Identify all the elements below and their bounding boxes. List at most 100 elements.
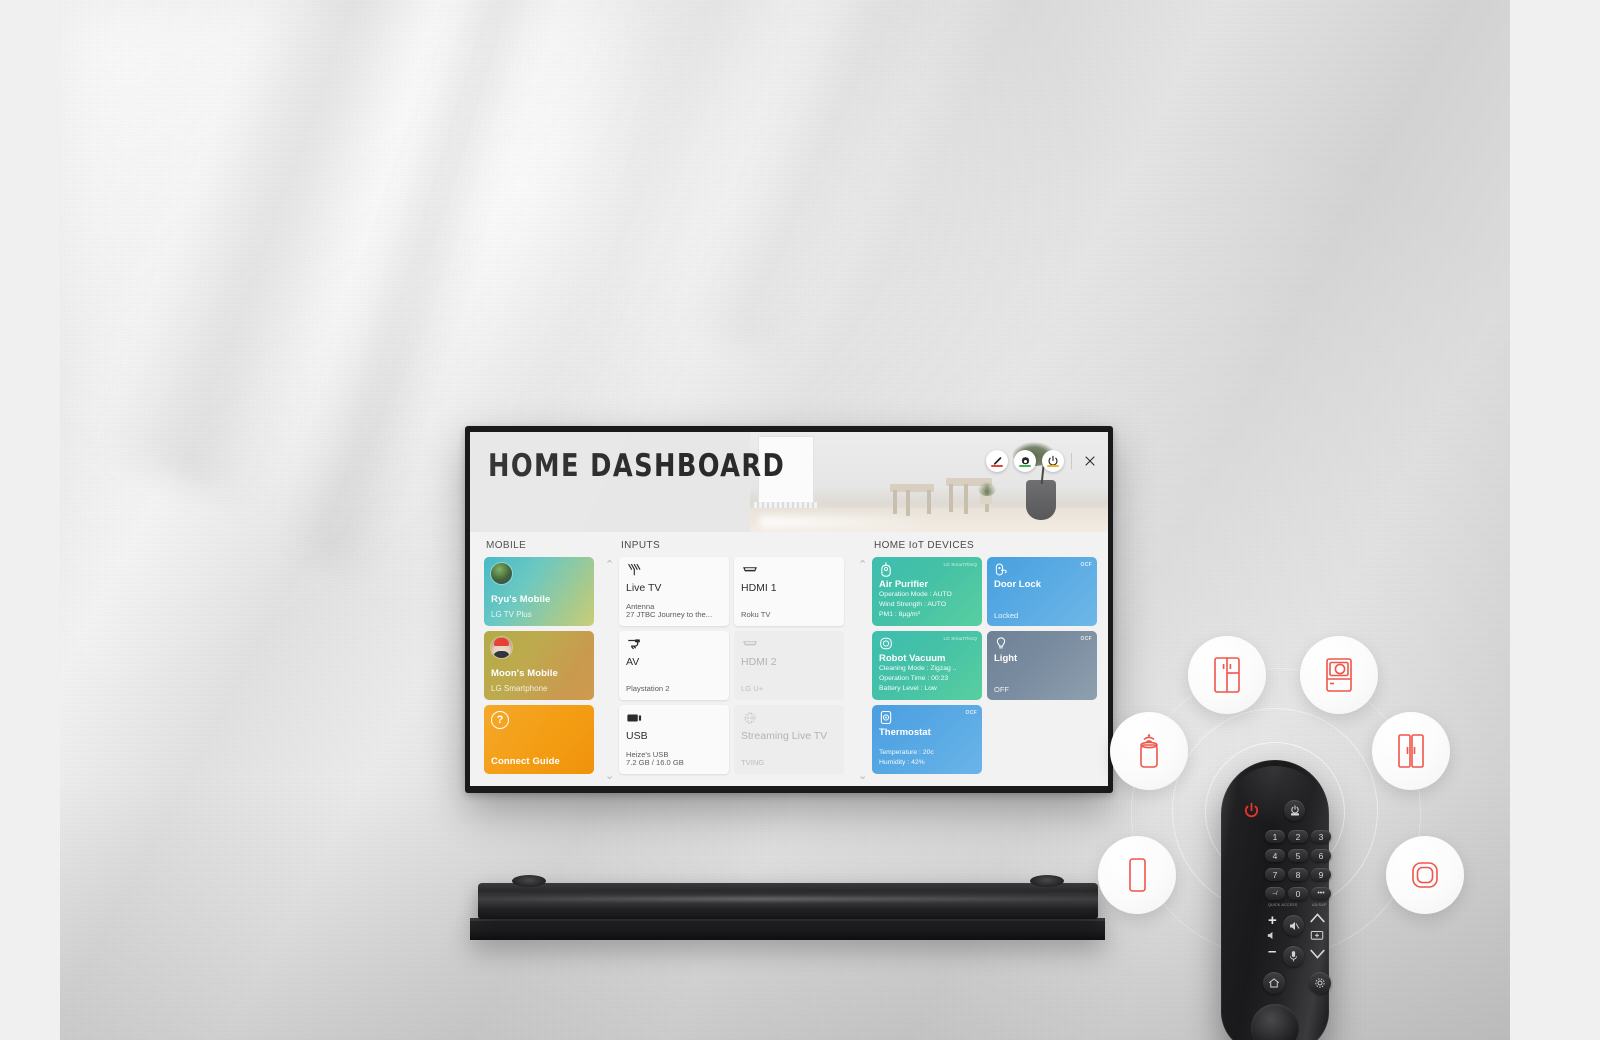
power-timer-button[interactable]: [1042, 450, 1064, 472]
channel-down-icon[interactable]: [1309, 948, 1326, 960]
remote-key-6[interactable]: 6: [1311, 849, 1331, 862]
remote-key-7[interactable]: 7: [1265, 868, 1285, 881]
remote-key-1[interactable]: 1: [1265, 830, 1285, 843]
remote-key-4[interactable]: 4: [1265, 849, 1285, 862]
robot-vacuum-icon: [880, 637, 892, 650]
tile-title: Ryu's Mobile: [491, 594, 551, 605]
floor-light: [760, 516, 940, 528]
iot-tile-robot-vacuum[interactable]: LG SmartThinQ Robot Vacuum Cleaning Mode…: [872, 631, 982, 700]
channel-up-icon[interactable]: [1309, 912, 1326, 924]
stool-leg: [906, 490, 910, 516]
bubble-refrigerator[interactable]: [1188, 636, 1266, 714]
door-lock-icon: [995, 563, 1007, 576]
dashboard-header: HOME DASHBOARD: [470, 432, 1108, 532]
gear-icon: [1315, 978, 1325, 988]
tile-title: Light: [994, 653, 1018, 664]
tile-title: Connect Guide: [491, 756, 560, 767]
mobile-tile-moon[interactable]: Moon's Mobile LG Smartphone: [484, 631, 594, 700]
iot-tile-light[interactable]: OCF Light OFF: [987, 631, 1097, 700]
tile-state: Locked: [994, 611, 1019, 620]
detail-line: Wind Strength : AUTO: [879, 600, 947, 608]
iot-scroll-up[interactable]: ⌃: [858, 560, 867, 571]
remote-key-3[interactable]: 3: [1311, 830, 1331, 843]
tile-title: USB: [626, 730, 648, 742]
iot-tile-thermostat[interactable]: OCF Thermostat Temperature : 20c Humidit…: [872, 705, 982, 774]
inputs-tile-grid: Live TV Antenna 27 JTBC Journey to the..…: [619, 557, 858, 774]
soundbar-foot: [512, 875, 546, 887]
iot-tile-door-lock[interactable]: OCF Door Lock Locked: [987, 557, 1097, 626]
input-tile-live-tv[interactable]: Live TV Antenna 27 JTBC Journey to the..…: [619, 557, 729, 626]
badge-brand: LG SmartThinQ: [943, 562, 977, 567]
stool-leg: [949, 484, 953, 512]
iot-scroll-down[interactable]: ⌄: [858, 771, 867, 782]
microphone-icon: [1290, 951, 1297, 962]
soundbar-foot: [1030, 875, 1064, 887]
detail-line: Operation Mode : AUTO: [879, 591, 952, 598]
mobile-tile-connect-guide[interactable]: ? Connect Guide: [484, 705, 594, 774]
input-tile-hdmi-1[interactable]: HDMI 1 Roku TV: [734, 557, 844, 626]
inputs-scroll-up[interactable]: ⌃: [605, 560, 614, 571]
speaker-icon: [1140, 734, 1158, 768]
remote-key-more[interactable]: •••: [1311, 887, 1331, 900]
badge-ocf: OCF: [1080, 562, 1092, 568]
remote-key-dash-list[interactable]: –/: [1265, 887, 1285, 900]
remote-key-0[interactable]: 0: [1288, 887, 1308, 900]
settop-power-button[interactable]: [1284, 800, 1305, 821]
iot-tile-grid: LG SmartThinQ Air Purifier Operation Mod…: [872, 557, 1108, 774]
styler-icon: [1398, 734, 1424, 768]
home-button[interactable]: [1263, 972, 1285, 994]
mobile-tile-ryu[interactable]: Ryu's Mobile LG TV Plus: [484, 557, 594, 626]
tile-title: Air Purifier: [879, 579, 929, 590]
question-icon: ?: [491, 711, 509, 729]
remote-key-2[interactable]: 2: [1288, 830, 1308, 843]
bubble-speaker[interactable]: [1110, 712, 1188, 790]
globe-icon: [744, 712, 756, 724]
tile-subtitle: LG Smartphone: [491, 684, 548, 693]
voice-mic-button[interactable]: [1283, 946, 1304, 967]
iot-tile-air-purifier[interactable]: LG SmartThinQ Air Purifier Operation Mod…: [872, 557, 982, 626]
input-tile-streaming-live-tv[interactable]: Streaming Live TV TVING: [734, 705, 844, 774]
tile-subtitle-1: Roku TV: [741, 610, 771, 620]
bubble-phone[interactable]: [1098, 836, 1176, 914]
volume-up-button[interactable]: +: [1268, 912, 1277, 929]
close-button[interactable]: [1079, 450, 1101, 472]
tile-state: OFF: [994, 685, 1009, 694]
ad-sap-label: AD/SAP: [1312, 903, 1327, 907]
tile-detail-lines: Operation Mode : AUTO Wind Strength : AU…: [879, 590, 952, 620]
remote-key-5[interactable]: 5: [1288, 849, 1308, 862]
phone-icon: [1129, 858, 1146, 892]
inputs-scroll-down[interactable]: ⌄: [605, 771, 614, 782]
input-tile-av[interactable]: AV Playstation 2: [619, 631, 729, 700]
tile-title: Live TV: [626, 582, 662, 594]
hdmi-icon: [743, 641, 757, 646]
action-divider: [1071, 453, 1072, 469]
settings-gear-button[interactable]: [1309, 972, 1331, 994]
refrigerator-icon: [1214, 657, 1240, 693]
tv-shelf: [470, 918, 1105, 940]
tile-detail-lines: Temperature : 20c Humidity : 42%: [879, 748, 934, 768]
detail-line: Cleaning Mode : Zigzag ..: [879, 665, 957, 672]
mute-button[interactable]: [1283, 915, 1304, 936]
bubble-washer[interactable]: [1300, 636, 1378, 714]
stool-leg: [927, 490, 931, 514]
bubble-air-purifier[interactable]: [1386, 836, 1464, 914]
magic-remote[interactable]: 1 2 3 4 5 6 7 8 9 –/ 0 ••• QUICK ACCESS …: [1221, 760, 1331, 1040]
remote-key-8[interactable]: 8: [1288, 868, 1308, 881]
remote-key-9[interactable]: 9: [1311, 868, 1331, 881]
bubble-styler[interactable]: [1372, 712, 1450, 790]
detail-line: Battery Level : Low: [879, 684, 937, 692]
mute-icon: [1289, 921, 1299, 930]
detail-line: PM1 : 8µg/m³: [879, 610, 920, 618]
usb-icon: [627, 714, 642, 722]
home-icon: [1269, 978, 1279, 988]
power-button-icon[interactable]: [1243, 802, 1260, 819]
input-tile-usb[interactable]: USB Heize's USB 7.2 GB / 16.0 GB: [619, 705, 729, 774]
scroll-wheel-dpad[interactable]: [1251, 1004, 1299, 1040]
stool-leg: [964, 484, 968, 514]
tile-subtitle: LG TV Plus: [491, 610, 532, 619]
edit-button[interactable]: [986, 450, 1008, 472]
input-tile-hdmi-2[interactable]: HDMI 2 LG U+: [734, 631, 844, 700]
volume-down-button[interactable]: –: [1268, 943, 1276, 960]
settings-button[interactable]: [1014, 450, 1036, 472]
channel-list-icon[interactable]: [1310, 930, 1324, 942]
